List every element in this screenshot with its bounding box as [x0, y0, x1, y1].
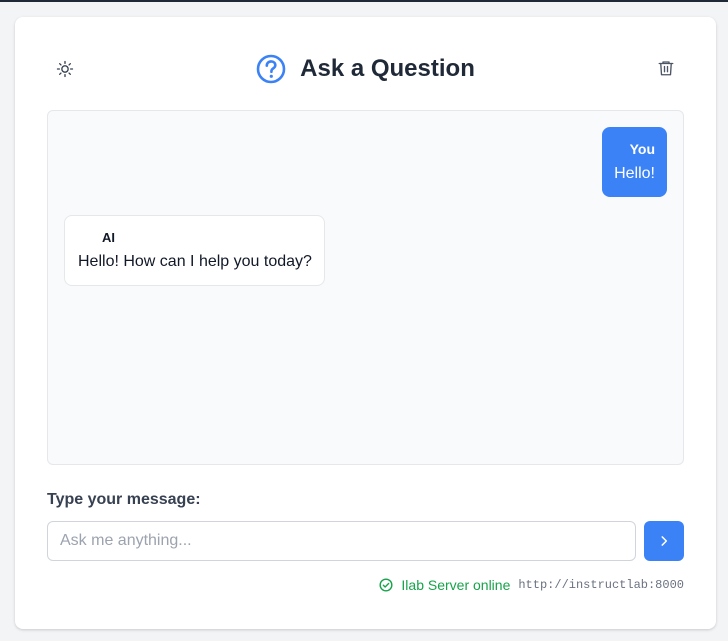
- page-header: Ask a Question: [15, 49, 716, 89]
- chat-card: Ask a Question You Hello! AI Hello! How …: [15, 17, 716, 629]
- message-input[interactable]: [47, 521, 636, 561]
- trash-icon: [658, 61, 674, 76]
- message-sender: You: [629, 141, 655, 157]
- page-title: Ask a Question: [300, 55, 475, 82]
- window-top-border: [0, 0, 728, 2]
- chat-messages-panel[interactable]: You Hello! AI Hello! How can I help you …: [47, 110, 684, 465]
- clear-chat-button[interactable]: [655, 57, 677, 79]
- status-text: Ilab Server online: [401, 577, 511, 593]
- ai-message: AI Hello! How can I help you today?: [64, 215, 325, 286]
- check-circle-icon: [379, 578, 393, 592]
- user-message: You Hello!: [602, 127, 667, 197]
- question-circle-icon: [256, 54, 286, 84]
- send-button[interactable]: [644, 521, 684, 561]
- server-status: Ilab Server online http://instructlab:80…: [379, 577, 684, 593]
- message-sender: AI: [102, 230, 115, 245]
- chevron-right-icon: [661, 536, 668, 546]
- message-text: Hello!: [614, 165, 655, 182]
- message-text: Hello! How can I help you today?: [78, 253, 312, 270]
- server-url: http://instructlab:8000: [518, 578, 684, 592]
- message-input-label: Type your message:: [47, 491, 201, 508]
